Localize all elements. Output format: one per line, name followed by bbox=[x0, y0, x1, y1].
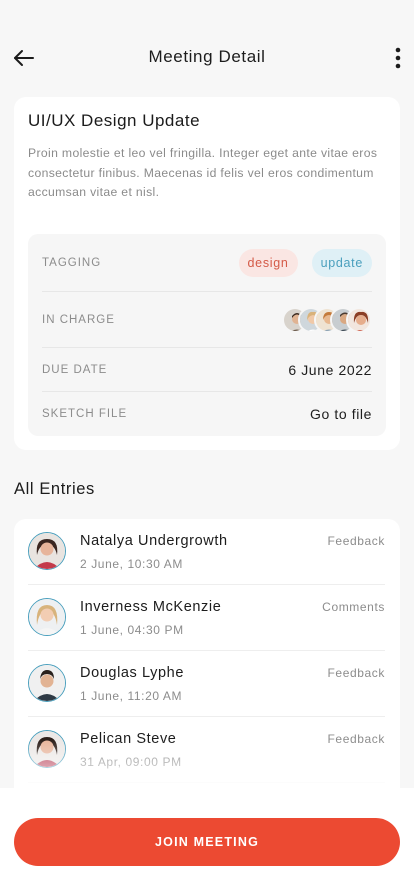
avatar bbox=[28, 730, 66, 768]
join-meeting-button[interactable]: JOIN MEETING bbox=[14, 818, 400, 866]
entry-time: 2 June, 10:30 AM bbox=[80, 557, 183, 571]
more-vertical-icon bbox=[395, 47, 401, 69]
entry-name: Douglas Lyphe bbox=[80, 665, 184, 681]
entry-name: Natalya Undergrowth bbox=[80, 533, 228, 549]
avatar bbox=[28, 664, 66, 702]
entry-time: 31 Apr, 09:00 PM bbox=[80, 755, 182, 769]
entries-list: Natalya Undergrowth 2 June, 10:30 AM Fee… bbox=[14, 519, 400, 819]
entry-type: Feedback bbox=[327, 534, 385, 548]
tagging-row: TAGGING design update bbox=[42, 234, 372, 292]
avatar bbox=[28, 598, 66, 636]
meeting-detail-screen: Meeting Detail UI/UX Design Update Proin… bbox=[0, 0, 414, 896]
list-item[interactable]: Pelican Steve 31 Apr, 09:00 PM Feedback bbox=[28, 717, 385, 783]
entry-type: Feedback bbox=[327, 666, 385, 680]
due-date-value: 6 June 2022 bbox=[288, 361, 372, 378]
list-item[interactable]: Inverness McKenzie 1 June, 04:30 PM Comm… bbox=[28, 585, 385, 651]
entry-time: 1 June, 11:20 AM bbox=[80, 689, 183, 703]
tagging-label: TAGGING bbox=[42, 256, 102, 269]
entry-type: Comments bbox=[322, 600, 385, 614]
meeting-info-box: TAGGING design update IN CHARGE DUE DATE… bbox=[28, 234, 386, 436]
avatar bbox=[346, 306, 372, 333]
go-to-file-link[interactable]: Go to file bbox=[310, 406, 372, 422]
meeting-title: UI/UX Design Update bbox=[28, 111, 201, 130]
in-charge-row: IN CHARGE bbox=[42, 292, 372, 348]
sketch-file-row: SKETCH FILE Go to file bbox=[42, 392, 372, 436]
meeting-description: Proin molestie et leo vel fringilla. Int… bbox=[28, 146, 378, 199]
more-options-button[interactable] bbox=[390, 44, 406, 72]
list-item[interactable]: Natalya Undergrowth 2 June, 10:30 AM Fee… bbox=[28, 519, 385, 585]
entries-section-title: All Entries bbox=[14, 480, 95, 498]
tag-design[interactable]: design bbox=[238, 248, 298, 277]
entry-name: Inverness McKenzie bbox=[80, 599, 222, 615]
meeting-detail-card: UI/UX Design Update Proin molestie et le… bbox=[14, 97, 400, 450]
avatar bbox=[28, 532, 66, 570]
due-date-label: DUE DATE bbox=[42, 363, 108, 376]
in-charge-avatars[interactable] bbox=[282, 306, 372, 333]
sketch-file-label: SKETCH FILE bbox=[42, 408, 128, 420]
tag-list: design update bbox=[238, 248, 372, 277]
list-item[interactable]: Douglas Lyphe 1 June, 11:20 AM Feedback bbox=[28, 651, 385, 717]
entry-type: Feedback bbox=[327, 732, 385, 746]
entry-name: Pelican Steve bbox=[80, 731, 177, 747]
entry-time: 1 June, 04:30 PM bbox=[80, 623, 184, 637]
tag-update[interactable]: update bbox=[311, 248, 372, 277]
page-title: Meeting Detail bbox=[148, 47, 266, 66]
in-charge-label: IN CHARGE bbox=[42, 313, 115, 326]
due-date-row: DUE DATE 6 June 2022 bbox=[42, 348, 372, 392]
top-app-bar: Meeting Detail bbox=[0, 38, 414, 78]
